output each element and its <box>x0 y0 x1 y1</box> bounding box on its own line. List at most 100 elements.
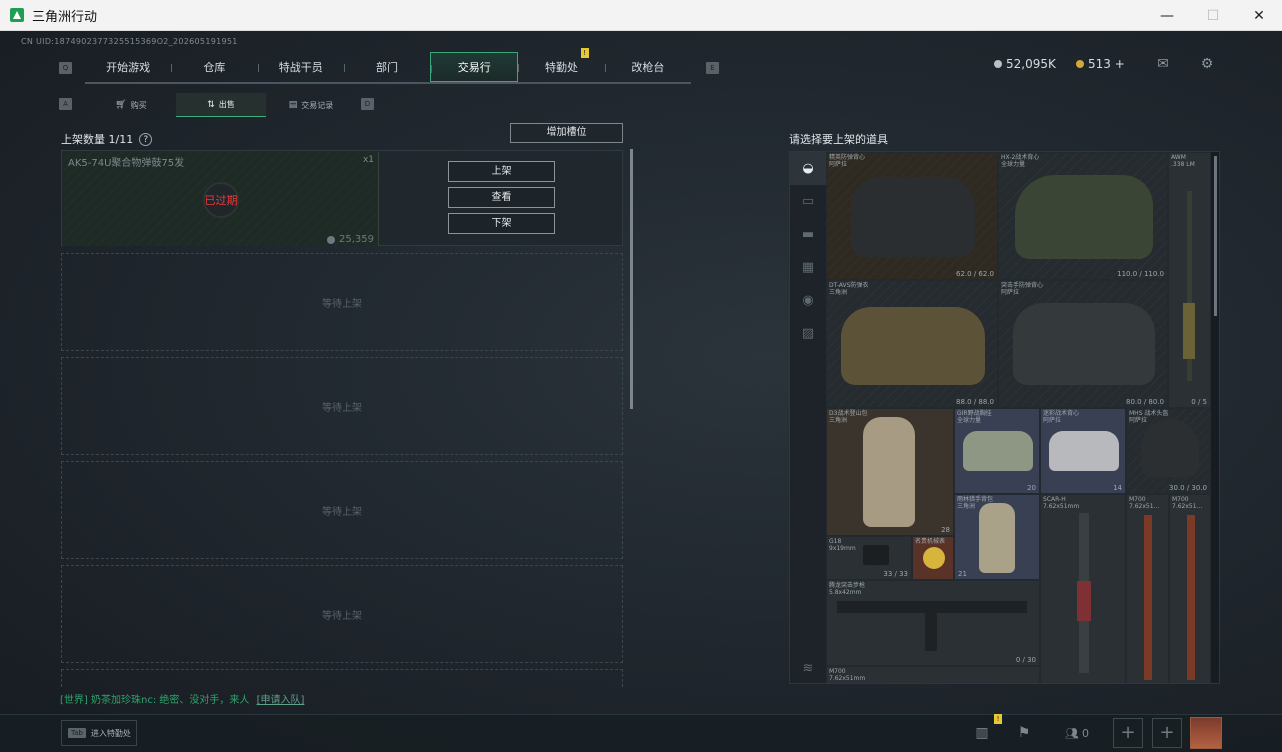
item-scar-h[interactable]: SCAR-H 7.62x51mm <box>1040 494 1126 683</box>
subtab-sell[interactable]: ⇅ 出售 <box>176 93 266 117</box>
item-gir-rig[interactable]: GIR野战胸挂 全球力量 20 <box>954 408 1040 494</box>
item-name: 突击手防弹背心 阿萨拉 <box>1001 282 1044 296</box>
item-ammo: 0 / 5 <box>1191 398 1207 406</box>
chat-message: [世界] 奶茶加珍珠nc: 绝密、没对手，来人 <box>60 695 250 706</box>
empty-slot[interactable]: 等待上架 <box>61 565 623 663</box>
tab-special-ops[interactable]: 特勤处 ! <box>518 48 604 82</box>
subtab-buy[interactable]: 🛒︎ 购买 <box>86 93 176 117</box>
enter-special-ops-label: 进入特勤处 <box>90 728 131 738</box>
game-viewport: CN UID:1874902377325515369O2_20260519195… <box>0 31 1282 752</box>
shelf-count: 上架数量 1/11 ? <box>61 131 153 147</box>
uid-label: CN UID:1874902377325515369O2_20260519195… <box>21 37 238 46</box>
settings-gear-icon[interactable]: ⚙ <box>1198 56 1216 72</box>
item-m700[interactable]: M700 7.62x51... <box>1169 494 1211 683</box>
chest-rig-image <box>963 431 1033 471</box>
vest-image <box>851 177 975 257</box>
subtab-records[interactable]: ▤ 交易记录 <box>266 93 356 117</box>
vest-image <box>1013 303 1155 385</box>
mail-icon[interactable]: ✉ <box>1154 56 1172 72</box>
category-camera-icon[interactable]: ◉ <box>790 284 826 317</box>
item-jungle-backpack[interactable]: 雨林猎手背包 三角洲 21 <box>954 494 1040 580</box>
item-g18[interactable]: G18 9x19mm 33 / 33 <box>826 536 912 580</box>
listing-price: 25,359 <box>327 234 374 245</box>
flag-icon[interactable]: ⚑ <box>1012 718 1036 748</box>
item-name: GIR野战胸挂 全球力量 <box>957 410 992 424</box>
item-name: MHS 战术头盔 阿萨拉 <box>1129 410 1169 424</box>
close-button[interactable]: ✕ <box>1236 0 1282 31</box>
item-assault-vest[interactable]: 突击手防弹背心 阿萨拉 80.0 / 80.0 <box>998 280 1168 408</box>
item-qbz-rifle[interactable]: 腾龙突击步枪 5.8x42mm 0 / 30 <box>826 580 1040 666</box>
maximize-button[interactable]: ☐ <box>1190 0 1236 31</box>
item-dtavs-vest[interactable]: DT-AVS防弹衣 三角洲 88.0 / 88.0 <box>826 280 998 408</box>
category-map-icon[interactable]: ▨ <box>790 317 826 350</box>
backpack-image <box>863 417 915 527</box>
listing-item[interactable]: AK5-74U聚合物弹鼓75发 x1 已过期 25,359 <box>63 152 379 246</box>
cart-icon: 🛒︎ <box>115 100 127 110</box>
stats-chart-icon[interactable]: ▥ <box>970 718 994 748</box>
empty-slot[interactable]: 等待上架 <box>61 253 623 351</box>
tab-department[interactable]: 部门 <box>343 52 430 82</box>
avatar[interactable] <box>1190 717 1222 749</box>
listing-price-value: 25,359 <box>339 234 374 245</box>
add-slot-button[interactable]: 增加槽位 <box>510 123 623 143</box>
tab-warehouse[interactable]: 仓库 <box>171 52 257 82</box>
item-camo-rig[interactable]: 迷彩战术背心 阿萨拉 14 <box>1040 408 1126 494</box>
add-teammate-button[interactable]: + <box>1113 718 1143 748</box>
empty-slot[interactable]: 等待上架 <box>61 357 623 455</box>
gold-currency[interactable]: 513 + <box>1076 57 1125 71</box>
minimize-button[interactable]: — <box>1144 0 1190 31</box>
enter-special-ops-button[interactable]: Tab 进入特勤处 <box>61 720 137 746</box>
inventory-panel: ◒ ▭ ▬ ▦ ◉ ▨ ≋ 精英防弹背心 阿萨拉 62.0 / 62.0 HX-… <box>789 151 1220 684</box>
delist-button[interactable]: 下架 <box>448 213 555 234</box>
category-layers-icon[interactable]: ≋ <box>790 652 826 685</box>
item-name: AWM .338 LM <box>1171 154 1195 168</box>
item-d3-backpack[interactable]: D3战术登山包 三角洲 28 <box>826 408 954 536</box>
item-hx2-vest[interactable]: HX-2战术背心 全球力量 110.0 / 110.0 <box>998 152 1168 280</box>
tab-operators[interactable]: 特战干员 <box>257 52 344 82</box>
silver-amount: 52,095K <box>1006 57 1056 71</box>
item-name: M700 7.62x51... <box>1129 496 1160 510</box>
listing-row: AK5-74U聚合物弹鼓75发 x1 已过期 25,359 上架 查看 下架 <box>61 150 623 246</box>
item-mhs-helmet[interactable]: MHS 战术头盔 阿萨拉 30.0 / 30.0 <box>1126 408 1211 494</box>
item-name: 腾龙突击步枪 5.8x42mm <box>829 582 866 596</box>
tab-trading[interactable]: 交易行 <box>430 52 519 82</box>
tab-start-game[interactable]: 开始游戏 <box>85 52 171 82</box>
friends-button[interactable]: 👥︎ 0 <box>1060 718 1094 748</box>
inventory-scrollbar[interactable] <box>1214 156 1217 316</box>
item-name: M700 7.62x51mm <box>829 668 866 682</box>
add-teammate-button[interactable]: + <box>1152 718 1182 748</box>
item-name: D3战术登山包 三角洲 <box>829 410 868 424</box>
records-icon: ▤ <box>288 100 298 110</box>
item-elite-vest[interactable]: 精英防弹背心 阿萨拉 62.0 / 62.0 <box>826 152 998 280</box>
empty-slot-partial[interactable] <box>61 669 623 687</box>
subnav-next-key[interactable]: D <box>361 98 374 110</box>
list-button[interactable]: 上架 <box>448 161 555 182</box>
tab-gunsmith[interactable]: 改枪台 <box>604 52 691 82</box>
category-helmet-icon[interactable]: ◒ <box>790 152 826 185</box>
subtab-buy-label: 购买 <box>130 100 147 110</box>
item-awm[interactable]: AWM .338 LM 0 / 5 <box>1168 152 1211 408</box>
view-button[interactable]: 查看 <box>448 187 555 208</box>
join-team-link[interactable]: [申请入队] <box>257 695 305 706</box>
item-ammo: 33 / 33 <box>883 570 908 578</box>
nav-next-key[interactable]: E <box>706 62 719 74</box>
subnav-prev-key[interactable]: A <box>59 98 72 110</box>
subtab-records-label: 交易记录 <box>301 100 334 110</box>
pistol-image <box>863 545 889 565</box>
listing-scrollbar[interactable] <box>630 149 633 409</box>
vest-image <box>1015 175 1153 259</box>
category-folder-icon[interactable]: ▬ <box>790 218 826 251</box>
item-name: 精英防弹背心 阿萨拉 <box>829 154 866 168</box>
help-icon[interactable]: ? <box>139 132 153 146</box>
item-m700[interactable]: M700 7.62x51... <box>1126 494 1169 683</box>
item-luxury-watch[interactable]: 名贵机械表 <box>912 536 954 580</box>
nav-prev-key[interactable]: Q <box>59 62 72 74</box>
category-sidebar: ◒ ▭ ▬ ▦ ◉ ▨ ≋ <box>790 152 826 683</box>
category-briefcase-icon[interactable]: ▭ <box>790 185 826 218</box>
expired-status: 已过期 <box>204 194 238 207</box>
friends-count: 0 <box>1081 726 1089 740</box>
category-qr-icon[interactable]: ▦ <box>790 251 826 284</box>
empty-slot[interactable]: 等待上架 <box>61 461 623 559</box>
item-name: G18 9x19mm <box>829 538 856 552</box>
item-m700-bottom[interactable]: M700 7.62x51mm <box>826 666 1040 683</box>
